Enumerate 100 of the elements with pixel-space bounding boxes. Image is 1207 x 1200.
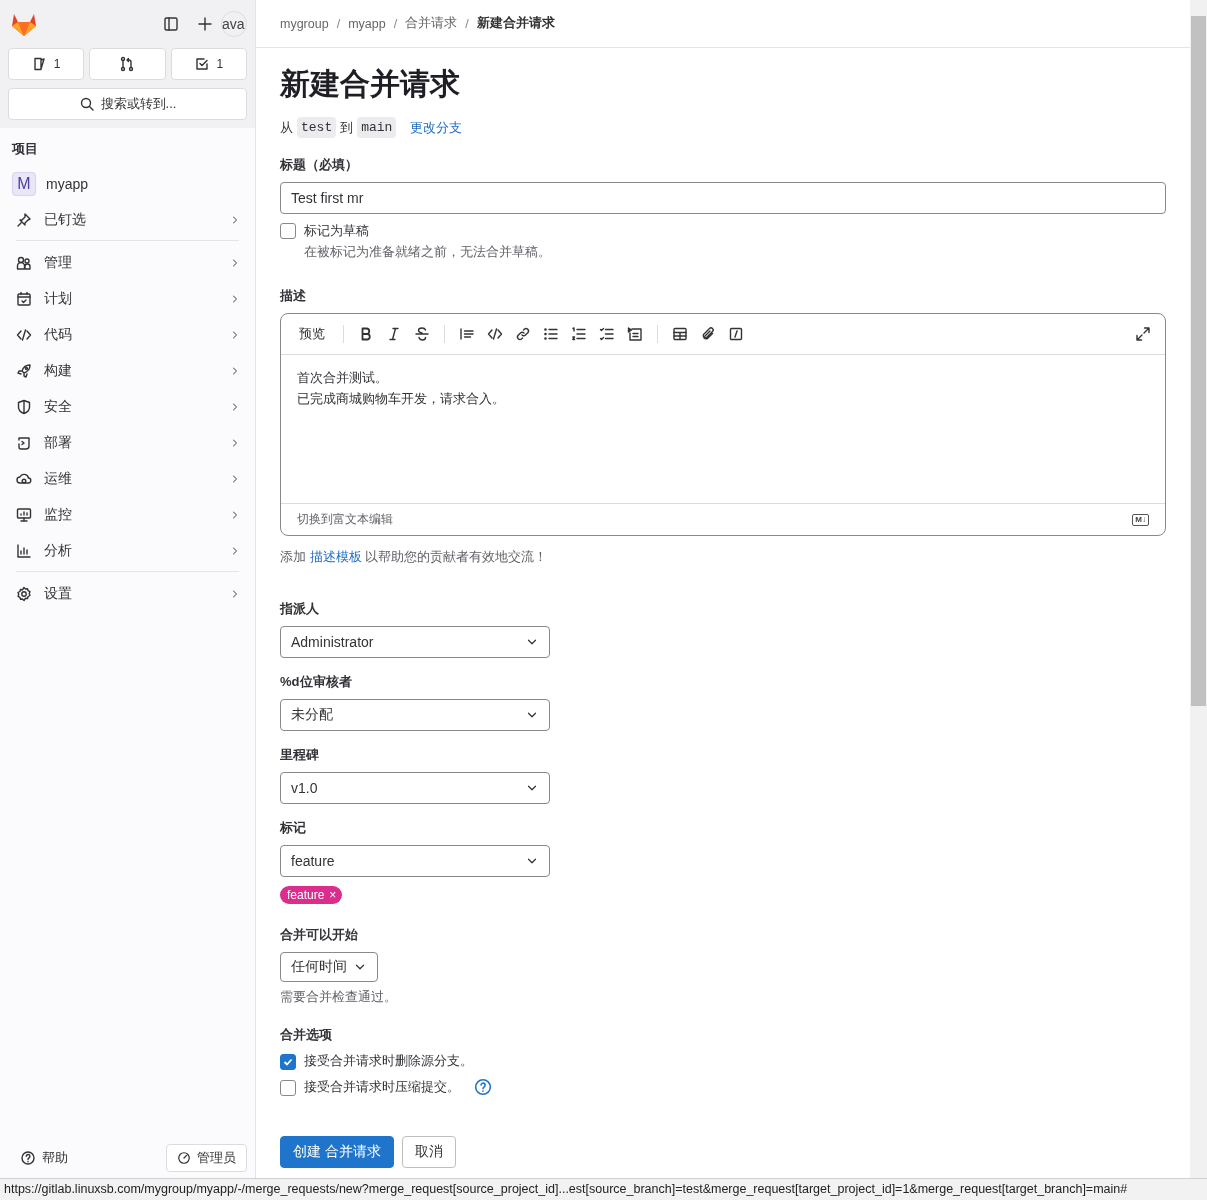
checkbox-label[interactable]: 标记为草稿 [304,222,551,240]
section-title: 项目 [10,140,39,158]
help-button[interactable]: 帮助 [14,1148,74,1168]
template-link[interactable]: 描述模板 [309,549,362,564]
deploy-icon [16,435,32,451]
link-icon [515,326,531,342]
project-name[interactable]: myapp [46,176,89,192]
breadcrumb-link[interactable]: 新建合并请求 [476,15,555,32]
quote-icon [459,326,475,342]
nav-item[interactable]: 监控 [0,497,255,533]
breadcrumb-link[interactable]: 合并请求 [405,15,458,32]
markdown-icon: M↓ [1132,513,1149,526]
page-title: 新建合并请求 [280,66,461,102]
select-dropdown[interactable]: 未分配 [280,699,550,731]
todo-icon [194,56,211,72]
table-icon [672,326,688,342]
select-dropdown[interactable]: feature [280,845,550,877]
field-label: 里程碑 [280,746,320,764]
field-label: 标记 [280,819,307,837]
nav-item[interactable]: 已钉选 [0,202,255,238]
help-text: 在被标记为准备就绪之前，无法合并草稿。 [304,244,551,261]
change-branches-link[interactable]: 更改分支 [410,118,463,137]
to-label: 到 [340,118,354,137]
nav-item[interactable]: 设置 [0,576,255,612]
help-icon [474,1078,492,1096]
slash-command-icon [728,326,744,342]
nav-item[interactable]: 代码 [0,317,255,353]
template-hint: 添加 描述模板 以帮助您的贡献者有效地交流！ [280,548,549,566]
from-label: 从 [280,118,293,137]
admin-button[interactable]: 管理员 [166,1144,247,1172]
check-icon [283,1056,293,1067]
bullet-list-icon [543,326,559,342]
field-label: 描述 [280,287,307,305]
nav-item[interactable]: 部署 [0,425,255,461]
plus-icon [197,16,213,32]
select-dropdown[interactable]: 任何时间 [280,952,378,982]
nav-item[interactable]: 分析 [0,533,255,569]
strikethrough-icon [414,326,430,342]
breadcrumb-separator: / [393,16,398,31]
calendar-icon [16,291,32,307]
search-icon [78,96,95,112]
checkbox[interactable] [280,223,296,239]
monitor-icon [16,507,32,523]
description-text[interactable]: 首次合并测试。 已完成商城购物车开发，请求合入。 [281,355,1165,503]
select-dropdown[interactable]: v1.0 [280,772,550,804]
checkbox[interactable] [280,1079,296,1096]
cancel-button[interactable]: 取消 [401,1136,456,1168]
field-label: 合并选项 [280,1026,333,1044]
field-label: 指派人 [280,600,320,618]
title-input[interactable]: Test first mr [280,182,1166,214]
search-button[interactable]: 搜索或转到... [8,88,247,120]
chart-icon [16,543,32,559]
checklist-icon [599,326,615,342]
help-text: 需要合并检查通过。 [280,988,398,1006]
field-label: %d位审核者 [280,673,353,691]
admin-icon [177,1151,191,1165]
project-avatar: M [12,172,36,196]
checkbox-label[interactable]: 接受合并请求时删除源分支。 [304,1052,473,1070]
pin-icon [16,212,32,228]
breadcrumb-link[interactable]: myapp [348,16,386,31]
expand-icon [1135,326,1151,342]
code-icon [487,326,503,342]
target-branch: main [357,117,397,138]
rich-text-toggle[interactable]: 切换到富文本编辑 [297,511,393,528]
scrollbar[interactable] [1190,0,1207,1178]
checkbox-label[interactable]: 接受合并请求时压缩提交。 [304,1078,460,1096]
users-icon [16,255,32,271]
rocket-icon [16,363,32,379]
shield-icon [16,399,32,415]
paperclip-icon [700,326,716,342]
merge-request-icon [119,56,136,72]
collapsible-icon [627,326,643,342]
field-label: 合并可以开始 [280,926,359,944]
cloud-icon [16,471,32,487]
gear-icon [16,586,32,602]
nav-item[interactable]: 运维 [0,461,255,497]
italic-icon [386,326,402,342]
checkbox[interactable] [280,1053,296,1070]
todos-button[interactable]: 1 [170,48,247,80]
numbered-list-icon [571,326,587,342]
sidebar-toggle-icon [163,16,179,32]
select-dropdown[interactable]: Administrator [280,626,550,658]
breadcrumb-separator: / [465,16,469,31]
field-label: 标题（必填） [280,156,359,174]
nav-item[interactable]: 管理 [0,245,255,281]
nav-item[interactable]: 计划 [0,281,255,317]
breadcrumb-link[interactable]: mygroup [280,16,329,31]
create-button[interactable]: 创建 合并请求 [280,1136,394,1168]
help-icon [20,1150,36,1166]
breadcrumb-separator: / [336,16,341,31]
code-icon [16,327,32,343]
nav-item[interactable]: 安全 [0,389,255,425]
issue-icon [31,56,48,72]
preview-tab[interactable]: 预览 [291,325,333,343]
source-branch: test [297,117,337,138]
label-chip: feature × [280,886,343,904]
issues-button[interactable]: 1 [8,48,85,80]
merge-requests-button[interactable] [89,48,166,80]
nav-item[interactable]: 构建 [0,353,255,389]
status-bar: https://gitlab.linuxsb.com/mygroup/myapp/-/merge_requests/new?merge_request[source_project_id]...est[source_branch]=test&merge_request[target_project_id]=1&merge_request[target_branch]=main# [0,1178,1207,1200]
